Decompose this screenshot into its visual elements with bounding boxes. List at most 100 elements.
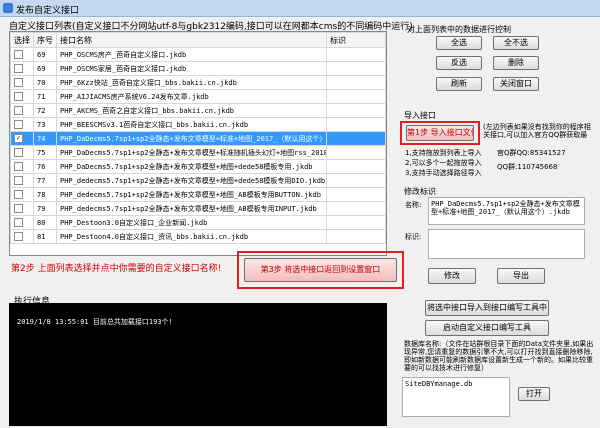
table-row[interactable]: 79 PHP_dedecms5.7sp1+sp2全静态+发布文章模型+地图_AB模… <box>10 201 386 216</box>
row-checkbox[interactable] <box>14 120 23 129</box>
app-icon <box>3 3 13 13</box>
row-number: 74 <box>33 131 57 146</box>
column-header[interactable]: 接口名称 <box>56 32 327 48</box>
name-label: 名称: <box>405 201 422 209</box>
row-checkbox[interactable] <box>14 218 23 227</box>
table-row[interactable]: 69 PHP_OSCMS房产_芭奇自定义接口.jkdb <box>10 47 386 62</box>
table-row[interactable]: 80 PHP_Destoon3.0自定义接口_企业新闻.jkdb <box>10 215 386 230</box>
row-number: 69 <box>33 47 57 62</box>
import-tip-1: 1,支持拖放到列表上导入 <box>405 149 482 157</box>
modify-title: 修改标识 <box>404 187 436 196</box>
return-to-settings-button[interactable]: 第3步 将选中接口返回到设置窗口 <box>244 258 397 282</box>
delete-button[interactable]: 删除 <box>493 56 539 70</box>
qq-group: QQ群:110745668 <box>497 163 558 171</box>
row-number: 80 <box>33 215 57 230</box>
row-name: PHP_6Kzz快站_芭奇自定义接口_bbs.bakii.cn.jkdb <box>56 75 327 90</box>
flag-field[interactable] <box>428 229 585 259</box>
name-field[interactable]: PHP_DaDecms5.7sp1+sp2全静态+发布文章模型+标准+地图_20… <box>428 197 585 225</box>
table-row[interactable]: 72 PHP_AKCMS_芭奇之自定义接口_bbs.bakii.cn.jkdb <box>10 103 386 118</box>
row-flag <box>326 75 386 90</box>
import-note: (左边列表如果没有找到你的程序相关接口,可以加入官方QQ群获取最新的接口或者定制… <box>483 123 591 139</box>
row-checkbox[interactable] <box>14 64 23 73</box>
row-checkbox[interactable] <box>14 50 23 59</box>
row-flag <box>326 187 386 202</box>
row-number: 75 <box>33 145 57 160</box>
row-flag <box>326 201 386 216</box>
table-row[interactable]: 73 PHP_BEESCMSv3.1芭奇自定义接口_bbs.bakii.cn.jk… <box>10 117 386 132</box>
open-button[interactable]: 打开 <box>518 387 550 401</box>
row-flag <box>326 131 386 146</box>
flag-label: 标识: <box>405 233 422 241</box>
row-flag <box>326 145 386 160</box>
row-name: PHP_OSCMS家居_芭奇自定义接口.jkdb <box>56 61 327 76</box>
row-checkbox[interactable] <box>14 176 23 185</box>
row-name: PHP_OSCMS房产_芭奇自定义接口.jkdb <box>56 47 327 62</box>
table-row[interactable]: 81 PHP_Destoon4.0自定义接口_资讯_bbs.bakii.cn.jk… <box>10 229 386 244</box>
import-to-editor-button[interactable]: 将选中接口导入到接口编写工具中 <box>425 300 549 316</box>
import-tip-2: 2,可以多个一起拖放导入 <box>405 159 482 167</box>
select-none-button[interactable]: 全不选 <box>493 36 539 50</box>
row-checkbox[interactable] <box>14 78 23 87</box>
title-bar: 发布自定义接口 <box>0 0 600 17</box>
edit-button[interactable]: 修改 <box>428 268 476 284</box>
row-number: 77 <box>33 173 57 188</box>
row-flag <box>326 61 386 76</box>
row-name: PHP_DaDecms5.7sp1+sp2全静态+发布文章模型+地图+dede5… <box>56 159 327 174</box>
row-name: PHP_Destoon4.0自定义接口_资讯_bbs.bakii.cn.jkdb <box>56 229 327 244</box>
row-flag <box>326 47 386 62</box>
row-number: 81 <box>33 229 57 244</box>
row-name: PHP_dedecms5.7sp1+sp2全静态+发布文章模型+地图_AB模板专… <box>56 201 327 216</box>
table-row[interactable]: 76 PHP_DaDecms5.7sp1+sp2全静态+发布文章模型+地图+ded… <box>10 159 386 174</box>
row-checkbox[interactable] <box>14 148 23 157</box>
log-console: 2019/1/8 13:55:01 目前总共加载接口193个! <box>9 303 387 426</box>
row-checkbox[interactable] <box>14 106 23 115</box>
row-number: 71 <box>33 89 57 104</box>
column-header[interactable]: 选择 <box>10 32 34 48</box>
row-number: 69 <box>33 61 57 76</box>
row-flag <box>326 103 386 118</box>
table-row[interactable]: 78 PHP_dedecms5.7sp1+sp2全静态+发布文章模型+地图_AB模… <box>10 187 386 202</box>
row-checkbox[interactable] <box>14 232 23 241</box>
row-flag <box>326 173 386 188</box>
table-row[interactable]: 71 PHP_AIJIACMS房产系统V6.24发布文章.jkdb <box>10 89 386 104</box>
close-window-button[interactable]: 关闭窗口 <box>493 77 539 91</box>
window-title: 发布自定义接口 <box>16 6 80 16</box>
table-row[interactable]: 70 PHP_6Kzz快站_芭奇自定义接口_bbs.bakii.cn.jkdb <box>10 75 386 90</box>
table-row[interactable]: 75 PHP_DaDecms5.7sp1+sp2全静态+发布文章模型+标准随机插头… <box>10 145 386 160</box>
row-name: PHP_AIJIACMS房产系统V6.24发布文章.jkdb <box>56 89 327 104</box>
import-file-button[interactable]: 第1步 导入接口文件 <box>406 125 474 141</box>
launch-editor-button[interactable]: 启动自定义接口编写工具 <box>425 320 549 336</box>
db-file-field[interactable]: SiteDBYmanage.db <box>402 377 510 417</box>
row-number: 79 <box>33 201 57 216</box>
row-name: PHP_dedecms5.7sp1+sp2全静态+发布文章模型+地图+dede5… <box>56 173 327 188</box>
row-flag <box>326 159 386 174</box>
select-all-button[interactable]: 全选 <box>436 36 482 50</box>
row-flag <box>326 229 386 244</box>
interface-table[interactable]: 选择 序号 接口名称 标识 69 PHP_OSCMS房产_芭奇自定义接口.jkdb 69 P… <box>9 31 387 256</box>
refresh-button[interactable]: 刷新 <box>436 77 482 91</box>
row-name: PHP_DaDecms5.7sp1+sp2全静态+发布文章模型+标准+地图_20… <box>56 131 327 146</box>
import-title: 导入接口 <box>404 111 436 120</box>
row-name: PHP_dedecms5.7sp1+sp2全静态+发布文章模型+地图_AB模板专… <box>56 187 327 202</box>
row-number: 73 <box>33 117 57 132</box>
table-row[interactable]: 77 PHP_dedecms5.7sp1+sp2全静态+发布文章模型+地图+ded… <box>10 173 386 188</box>
row-name: PHP_DaDecms5.7sp1+sp2全静态+发布文章模型+标准随机插头幻灯… <box>56 145 327 160</box>
row-name: PHP_Destoon3.0自定义接口_企业新闻.jkdb <box>56 215 327 230</box>
row-number: 78 <box>33 187 57 202</box>
row-checkbox[interactable]: ✓ <box>14 134 23 143</box>
row-checkbox[interactable] <box>14 204 23 213</box>
export-button[interactable]: 导出 <box>497 268 545 284</box>
row-flag <box>326 215 386 230</box>
control-title: 对上面列表中的数据进行控制 <box>407 25 511 34</box>
column-header[interactable]: 序号 <box>33 32 57 48</box>
row-number: 76 <box>33 159 57 174</box>
row-checkbox[interactable] <box>14 190 23 199</box>
row-name: PHP_AKCMS_芭奇之自定义接口_bbs.bakii.cn.jkdb <box>56 103 327 118</box>
table-row[interactable]: ✓ 74 PHP_DaDecms5.7sp1+sp2全静态+发布文章模型+标准+地图… <box>10 131 386 146</box>
column-header[interactable]: 标识 <box>326 32 386 48</box>
official-group: 官Q群QQ:85341527 <box>497 149 566 157</box>
row-checkbox[interactable] <box>14 92 23 101</box>
invert-selection-button[interactable]: 反选 <box>436 56 482 70</box>
row-checkbox[interactable] <box>14 162 23 171</box>
table-row[interactable]: 69 PHP_OSCMS家居_芭奇自定义接口.jkdb <box>10 61 386 76</box>
